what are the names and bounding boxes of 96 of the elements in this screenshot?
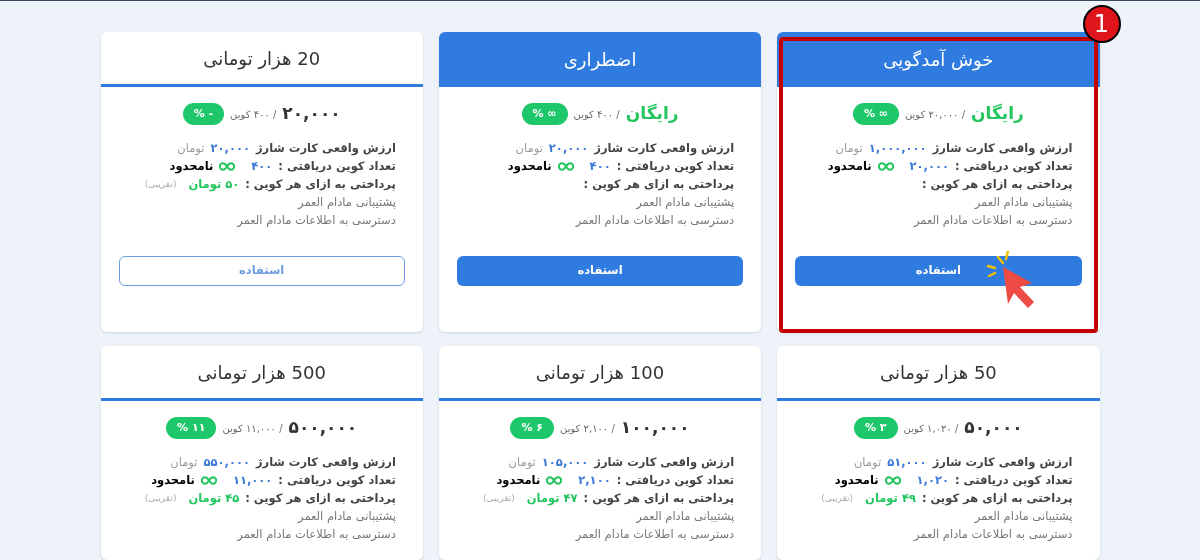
- infinity-icon: [219, 161, 236, 171]
- infinity-icon: [546, 475, 563, 485]
- currency-unit: تومان: [853, 454, 882, 471]
- feature-text: پشتیبانی مادام العمر: [636, 194, 735, 211]
- card-title: خوش آمدگویی: [883, 48, 994, 73]
- price: رایگان: [971, 102, 1024, 126]
- discount-badge: ۶ %: [510, 417, 555, 439]
- detail-value: ۲۰,۰۰۰: [909, 158, 949, 175]
- coin-amount: / ۴۰۰ کوین: [230, 107, 277, 122]
- discount-badge: ۳ %: [854, 417, 898, 439]
- use-button[interactable]: استفاده: [118, 256, 405, 286]
- discount-badge: ۱۱ %: [166, 417, 217, 439]
- currency-unit: تومان: [515, 140, 543, 157]
- card-title: 50 هزار تومانی: [879, 360, 997, 386]
- currency-unit: تومان: [170, 454, 198, 471]
- detail-value: ۴۷ تومان: [526, 490, 578, 507]
- price: رایگان: [625, 102, 679, 126]
- detail-label: پرداختی به ازای هر کوین :: [245, 176, 396, 193]
- validity-text: نامحدود: [151, 472, 195, 489]
- detail-label: تعداد کوین دریافتی :: [616, 158, 735, 175]
- price: ۵۰,۰۰۰: [964, 416, 1023, 440]
- detail-value: ۵۵۰,۰۰۰: [203, 454, 250, 471]
- detail-label: تعداد کوین دریافتی :: [278, 472, 396, 489]
- feature-text: دسترسی به اطلاعات مادام العمر: [237, 526, 396, 543]
- discount-badge: ∞ %: [852, 103, 899, 125]
- detail-label: تعداد کوین دریافتی :: [278, 158, 396, 175]
- infinity-icon: [200, 475, 217, 485]
- detail-label: پرداختی به ازای هر کوین :: [245, 490, 396, 507]
- feature-text: دسترسی به اطلاعات مادام العمر: [913, 212, 1073, 229]
- validity-text: نامحدود: [496, 472, 541, 489]
- currency-unit: تومان: [835, 140, 863, 157]
- detail-label: پرداختی به ازای هر کوین :: [921, 490, 1073, 507]
- feature-text: پشتیبانی مادام العمر: [298, 508, 396, 525]
- discount-badge: ∞ %: [521, 103, 568, 125]
- feature-text: دسترسی به اطلاعات مادام العمر: [237, 212, 396, 229]
- price: ۲۰,۰۰۰: [282, 102, 341, 126]
- detail-label: پرداختی به ازای هر کوین :: [921, 176, 1073, 193]
- detail-value: ۱۱,۰۰۰: [232, 472, 273, 489]
- detail-label: تعداد کوین دریافتی :: [955, 158, 1073, 175]
- detail-label: ارزش واقعی کارت شارژ: [932, 140, 1073, 157]
- approx-note: (تقریبی): [144, 178, 177, 191]
- approx-note: (تقریبی): [482, 492, 515, 505]
- feature-text: دسترسی به اطلاعات مادام العمر: [575, 212, 735, 229]
- coin-amount: / ۲,۱۰۰ کوین: [560, 421, 615, 436]
- detail-value: ۱۰۵,۰۰۰: [541, 454, 589, 471]
- price: ۱۰۰,۰۰۰: [620, 416, 690, 440]
- validity-text: نامحدود: [827, 158, 872, 175]
- detail-value: ۴۹ تومان: [865, 490, 916, 507]
- validity-text: نامحدود: [834, 472, 879, 489]
- discount-badge: - %: [182, 103, 225, 125]
- infinity-icon: [557, 161, 574, 171]
- detail-value: ۴۰۰: [251, 158, 273, 175]
- coin-amount: / ۲۰,۰۰۰ کوین: [904, 107, 965, 122]
- detail-value: ۲۰,۰۰۰: [548, 140, 589, 157]
- coin-amount: / ۱,۰۲۰ کوین: [903, 421, 959, 436]
- feature-text: پشتیبانی مادام العمر: [974, 508, 1073, 525]
- detail-label: تعداد کوین دریافتی :: [955, 472, 1073, 489]
- infinity-icon: [884, 475, 901, 485]
- detail-value: ۵۰ تومان: [188, 176, 240, 193]
- feature-text: پشتیبانی مادام العمر: [636, 508, 735, 525]
- detail-value: ۵۱,۰۰۰: [887, 454, 927, 471]
- detail-label: ارزش واقعی کارت شارژ: [256, 454, 396, 471]
- feature-text: پشتیبانی مادام العمر: [298, 194, 396, 211]
- validity-text: نامحدود: [507, 158, 552, 175]
- currency-unit: تومان: [177, 140, 205, 157]
- approx-note: (تقریبی): [821, 492, 854, 505]
- card-title: اضطراری: [563, 48, 637, 73]
- detail-label: ارزش واقعی کارت شارژ: [256, 140, 396, 157]
- detail-value: ۲,۱۰۰: [578, 472, 611, 489]
- use-button[interactable]: استفاده: [795, 256, 1082, 286]
- card-title: 500 هزار تومانی: [197, 360, 326, 386]
- feature-text: دسترسی به اطلاعات مادام العمر: [913, 526, 1073, 543]
- price: ۵۰۰,۰۰۰: [288, 416, 358, 440]
- approx-note: (تقریبی): [144, 492, 177, 505]
- feature-text: پشتیبانی مادام العمر: [974, 194, 1073, 211]
- detail-label: ارزش واقعی کارت شارژ: [594, 140, 735, 157]
- validity-text: نامحدود: [169, 158, 214, 175]
- detail-label: پرداختی به ازای هر کوین :: [583, 176, 735, 193]
- card-title: 20 هزار تومانی: [203, 46, 321, 72]
- detail-value: ۴۵ تومان: [188, 490, 240, 507]
- use-button[interactable]: استفاده: [456, 256, 744, 286]
- detail-label: پرداختی به ازای هر کوین :: [583, 490, 735, 507]
- detail-label: ارزش واقعی کارت شارژ: [932, 454, 1073, 471]
- detail-label: ارزش واقعی کارت شارژ: [594, 454, 735, 471]
- coin-amount: / ۱۱,۰۰۰ کوین: [222, 421, 283, 436]
- detail-value: ۱,۰۰۰,۰۰۰: [868, 140, 927, 157]
- detail-label: تعداد کوین دریافتی :: [616, 472, 735, 489]
- detail-value: ۲۰,۰۰۰: [210, 140, 250, 157]
- step-number-badge: 1: [1082, 5, 1121, 43]
- infinity-icon: [877, 161, 894, 171]
- card-title: 100 هزار تومانی: [535, 360, 665, 386]
- detail-value: ۴۰۰: [589, 158, 611, 175]
- currency-unit: تومان: [508, 454, 536, 471]
- feature-text: دسترسی به اطلاعات مادام العمر: [575, 526, 735, 543]
- coin-amount: / ۴۰۰ کوین: [573, 107, 620, 122]
- detail-value: ۱,۰۲۰: [916, 472, 949, 489]
